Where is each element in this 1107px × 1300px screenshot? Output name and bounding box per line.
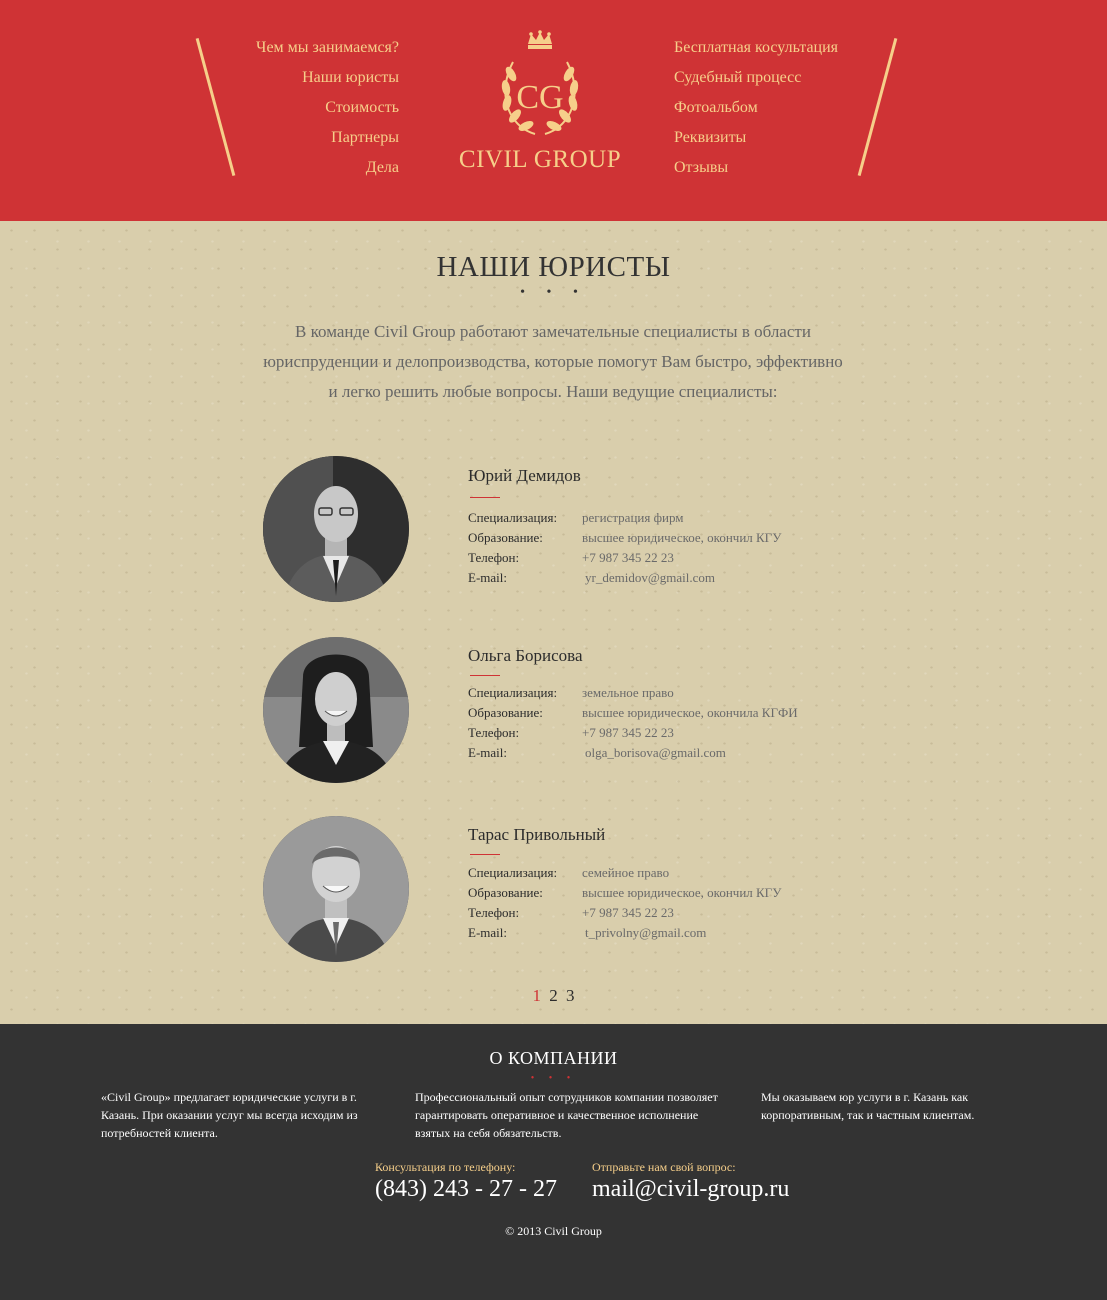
lawyer-photo <box>263 637 409 783</box>
nav-item-reviews[interactable]: Отзывы <box>674 153 934 183</box>
phone-contact-label: Консультация по телефону: <box>375 1160 516 1174</box>
page-link-3[interactable]: 3 <box>566 986 575 1006</box>
specialization-value: регистрация фирм <box>582 510 684 525</box>
logo[interactable]: CG CIVIL GROUP <box>455 30 625 180</box>
email-label: E-mail: <box>468 570 507 585</box>
email-label: E-mail: <box>468 925 507 940</box>
intro-text: В команде Civil Group работают замечател… <box>263 322 843 401</box>
page-link-2[interactable]: 2 <box>549 986 558 1006</box>
email-link[interactable]: olga_borisova@gmail.com <box>585 743 726 763</box>
phone-label: Телефон: <box>468 905 520 920</box>
lawyer-photo <box>263 456 409 602</box>
svg-text:CG: CG <box>516 79 563 116</box>
about-text-1: «Civil Group» предлагает юридические усл… <box>101 1090 358 1140</box>
specialization-label: Специализация: <box>468 510 558 525</box>
page-link-1[interactable]: 1 <box>533 986 542 1006</box>
education-label: Образование: <box>468 885 543 900</box>
title-dots: • • • <box>520 285 587 300</box>
specialization-value: земельное право <box>582 685 674 700</box>
email-contact-link[interactable]: mail@civil-group.ru <box>592 1176 789 1203</box>
nav-item-what-we-do[interactable]: Чем мы занимаемся? <box>200 33 399 63</box>
name-underline <box>470 854 500 855</box>
nav-item-photo-album[interactable]: Фотоальбом <box>674 93 934 123</box>
about-text-3: Мы оказываем юр услуги в г. Казань как к… <box>761 1090 975 1122</box>
footer-dots: • • • <box>530 1073 577 1084</box>
site-footer: О КОМПАНИИ • • • «Civil Group» предлагае… <box>0 1024 1107 1300</box>
education-value: высшее юридическое, окончил КГУ <box>582 885 782 900</box>
about-text-2: Профессиональный опыт сотрудников компан… <box>415 1090 718 1140</box>
education-label: Образование: <box>468 530 543 545</box>
phone-label: Телефон: <box>468 725 520 740</box>
nav-left: Чем мы занимаемся? Наши юристы Стоимость… <box>200 33 399 183</box>
nav-item-requisites[interactable]: Реквизиты <box>674 123 934 153</box>
education-value: высшее юридическое, окончил КГУ <box>582 530 782 545</box>
email-contact-label: Отправьте нам свой вопрос: <box>592 1160 736 1174</box>
lawyer-card: Тарас Привольный Специализация: семейное… <box>263 816 863 962</box>
lawyer-name: Ольга Борисова <box>468 646 583 665</box>
nav-item-cost[interactable]: Стоимость <box>200 93 399 123</box>
name-underline <box>470 675 500 676</box>
education-label: Образование: <box>468 705 543 720</box>
lawyer-name: Тарас Привольный <box>468 825 606 844</box>
nav-item-free-consultation[interactable]: Бесплатная косультация <box>674 33 934 63</box>
lawyer-name: Юрий Демидов <box>468 466 581 485</box>
pagination: 1 2 3 <box>0 986 1107 1006</box>
lawyer-photo <box>263 816 409 962</box>
email-link[interactable]: yr_demidov@gmail.com <box>585 568 715 588</box>
specialization-value: семейное право <box>582 865 670 880</box>
site-header: Чем мы занимаемся? Наши юристы Стоимость… <box>0 0 1107 221</box>
phone-label: Телефон: <box>468 550 520 565</box>
crown-wreath-icon: CG <box>501 30 579 135</box>
logo-text: CIVIL GROUP <box>458 146 622 173</box>
nav-item-partners[interactable]: Партнеры <box>200 123 399 153</box>
nav-right: Бесплатная косультация Судебный процесс … <box>674 33 934 183</box>
education-value: высшее юридическое, окончила КГФИ <box>582 705 798 720</box>
name-underline <box>470 497 500 498</box>
page-title: НАШИ ЮРИСТЫ <box>436 251 671 283</box>
phone-value: +7 987 345 22 23 <box>582 905 674 920</box>
email-link[interactable]: t_privolny@gmail.com <box>585 923 706 943</box>
phone-value: +7 987 345 22 23 <box>582 550 674 565</box>
portrait-image <box>263 637 409 783</box>
footer-title: О КОМПАНИИ <box>489 1048 618 1068</box>
specialization-label: Специализация: <box>468 865 558 880</box>
lawyers-section: НАШИ ЮРИСТЫ • • • В команде Civil Group … <box>0 221 1107 1024</box>
lawyer-card: Юрий Демидов Специализация: регистрация … <box>263 456 863 602</box>
phone-contact-value[interactable]: (843) 243 - 27 - 27 <box>375 1176 557 1203</box>
nav-item-cases[interactable]: Дела <box>200 153 399 183</box>
email-label: E-mail: <box>468 745 507 760</box>
nav-item-our-lawyers[interactable]: Наши юристы <box>200 63 399 93</box>
phone-value: +7 987 345 22 23 <box>582 725 674 740</box>
nav-item-court-process[interactable]: Судебный процесс <box>674 63 934 93</box>
specialization-label: Специализация: <box>468 685 558 700</box>
copyright: © 2013 Civil Group <box>505 1224 602 1238</box>
portrait-image <box>263 816 409 962</box>
lawyer-card: Ольга Борисова Специализация: земельное … <box>263 637 863 783</box>
portrait-image <box>263 456 409 602</box>
